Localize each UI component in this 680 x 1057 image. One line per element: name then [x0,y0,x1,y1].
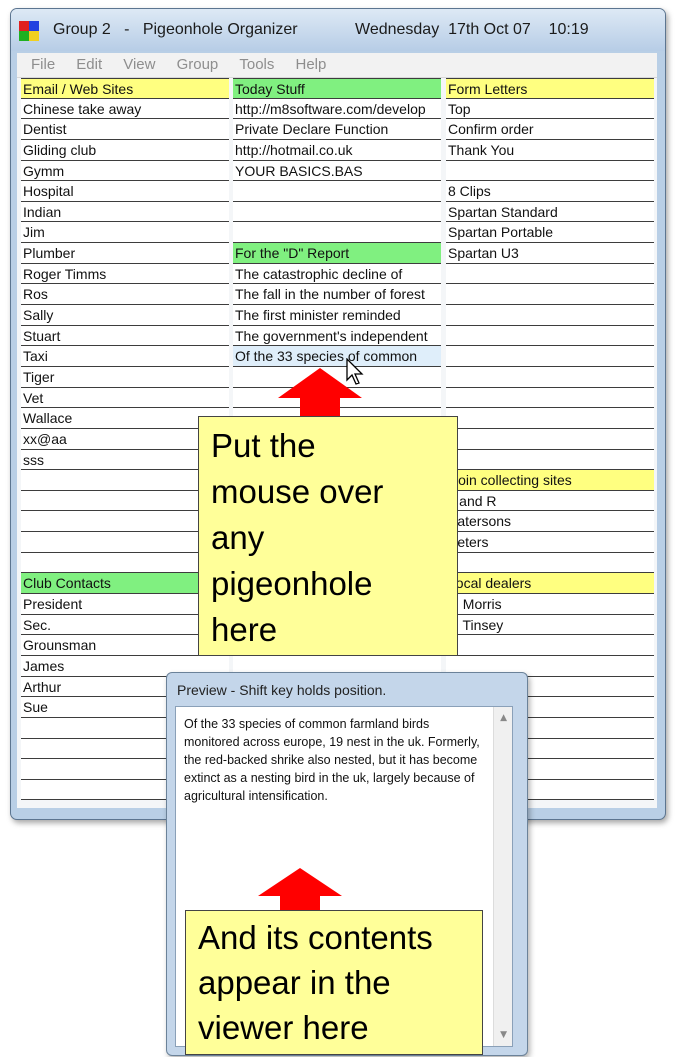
pigeonhole-cell[interactable] [446,305,654,326]
pigeonhole-cell[interactable]: Spartan Standard [446,201,654,223]
pigeonhole-cell[interactable]: Peters [446,532,654,553]
pigeonhole-cell[interactable]: The first minister reminded [233,305,441,326]
pigeonhole-cell[interactable] [446,449,654,471]
pigeonhole-cell[interactable]: The fall in the number of forest [233,284,441,306]
pigeonhole-cell[interactable]: Sally [21,305,229,326]
pigeonhole-cell[interactable]: Thank You [446,139,654,161]
pigeonhole-cell[interactable]: Of the 33 species of common [233,346,441,367]
scroll-down-icon[interactable]: ▼ [500,1030,507,1040]
tip-callout-bottom: And its contents appear in the viewer he… [185,910,483,1055]
pigeonhole-cell[interactable]: The government's independent [233,325,441,347]
tip-callout-top: Put the mouse over any pigeonhole here [198,416,458,656]
pigeonhole-cell[interactable]: Gymm [21,160,229,182]
preview-scrollbar[interactable]: ▲ ▼ [493,707,512,1046]
pigeonhole-cell[interactable]: Tiger [21,366,229,388]
pigeonhole-cell[interactable] [446,325,654,347]
pigeonhole-cell[interactable]: The catastrophic decline of [233,263,441,285]
pigeonhole-cell[interactable] [446,284,654,306]
pigeonhole-cell[interactable]: Gliding club [21,139,229,161]
tip-line: here [211,611,278,648]
pigeonhole-cell[interactable]: Roger Timms [21,263,229,285]
pigeonhole-header[interactable]: Email / Web Sites [21,78,229,99]
pigeonhole-cell[interactable] [446,552,654,574]
preview-text: Of the 33 species of common farmland bir… [184,717,480,803]
pigeonhole-cell[interactable]: Dentist [21,119,229,140]
tip-line: And its contents [198,919,433,956]
pigeonhole-cell[interactable]: Vet [21,387,229,409]
pigeonhole-cell[interactable] [233,201,441,223]
pigeonhole-cell[interactable] [446,387,654,409]
pigeonhole-cell[interactable]: Indian [21,201,229,223]
preview-title: Preview - Shift key holds position. [177,682,387,698]
tip-line: mouse over [211,473,384,510]
pigeonhole-cell[interactable]: http://m8software.com/develop [233,98,441,120]
pigeonhole-cell[interactable]: Chinese take away [21,98,229,120]
pigeonhole-cell[interactable] [233,181,441,202]
pigeonhole-cell[interactable]: Patersons [446,511,654,533]
tip-line: appear in the [198,964,391,1001]
menu-help[interactable]: Help [295,53,326,77]
pigeonhole-cell[interactable] [446,635,654,656]
pigeonhole-cell[interactable] [446,366,654,388]
pigeonhole-cell[interactable]: Stuart [21,325,229,347]
title-bar[interactable]: Group 2 - Pigeonhole Organizer Wednesday… [11,9,665,51]
pigeonhole-cell[interactable]: Ros [21,284,229,306]
pigeonhole-cell[interactable]: YOUR BASICS.BAS [233,160,441,182]
pigeonhole-cell[interactable]: J. Morris [446,594,654,615]
pigeonhole-cell[interactable]: Taxi [21,346,229,367]
app-icon [19,21,39,41]
pigeonhole-cell[interactable]: L and R [446,490,654,512]
pigeonhole-header[interactable]: For the "D" Report [233,243,441,264]
pigeonhole-cell[interactable]: Hospital [21,181,229,202]
tip-line: viewer here [198,1009,369,1046]
pigeonhole-cell[interactable]: Spartan Portable [446,222,654,244]
tip-line: Put the [211,427,316,464]
scroll-up-icon[interactable]: ▲ [500,713,507,723]
pigeonhole-header[interactable]: Local dealers [446,573,654,595]
pigeonhole-cell[interactable]: Spartan U3 [446,243,654,264]
menu-file[interactable]: File [31,53,55,77]
window-title: Group 2 - Pigeonhole Organizer [53,21,298,38]
mouse-pointer-icon [346,358,364,385]
pigeonhole-cell[interactable]: Private Declare Function [233,119,441,140]
pigeonhole-cell[interactable] [446,408,654,429]
menu-view[interactable]: View [123,53,155,77]
menu-tools[interactable]: Tools [239,53,274,77]
pigeonhole-header[interactable]: Coin collecting sites [446,470,654,491]
date-time: Wednesday 17th Oct 07 10:19 [355,21,589,38]
pigeonhole-cell[interactable] [446,428,654,450]
pigeonhole-header[interactable]: Form Letters [446,78,654,99]
pigeonhole-cell[interactable]: Top [446,98,654,120]
arrow-up-icon [258,868,342,914]
pigeonhole-cell[interactable]: F. Tinsey [446,614,654,636]
menu-group[interactable]: Group [177,53,219,77]
pigeonhole-cell[interactable]: Confirm order [446,119,654,140]
pigeonhole-header[interactable]: Today Stuff [233,78,441,99]
pigeonhole-cell[interactable]: Jim [21,222,229,244]
pigeonhole-cell[interactable] [233,222,441,244]
menu-edit[interactable]: Edit [76,53,102,77]
pigeonhole-cell[interactable] [446,160,654,182]
pigeonhole-cell[interactable]: 8 Clips [446,181,654,202]
pigeonhole-cell[interactable]: Plumber [21,243,229,264]
menu-bar: File Edit View Group Tools Help [17,53,657,78]
pigeonhole-cell[interactable] [446,263,654,285]
pigeonhole-cell[interactable]: http://hotmail.co.uk [233,139,441,161]
tip-line: any [211,519,265,556]
tip-line: pigeonhole [211,565,373,602]
pigeonhole-cell[interactable] [446,346,654,367]
